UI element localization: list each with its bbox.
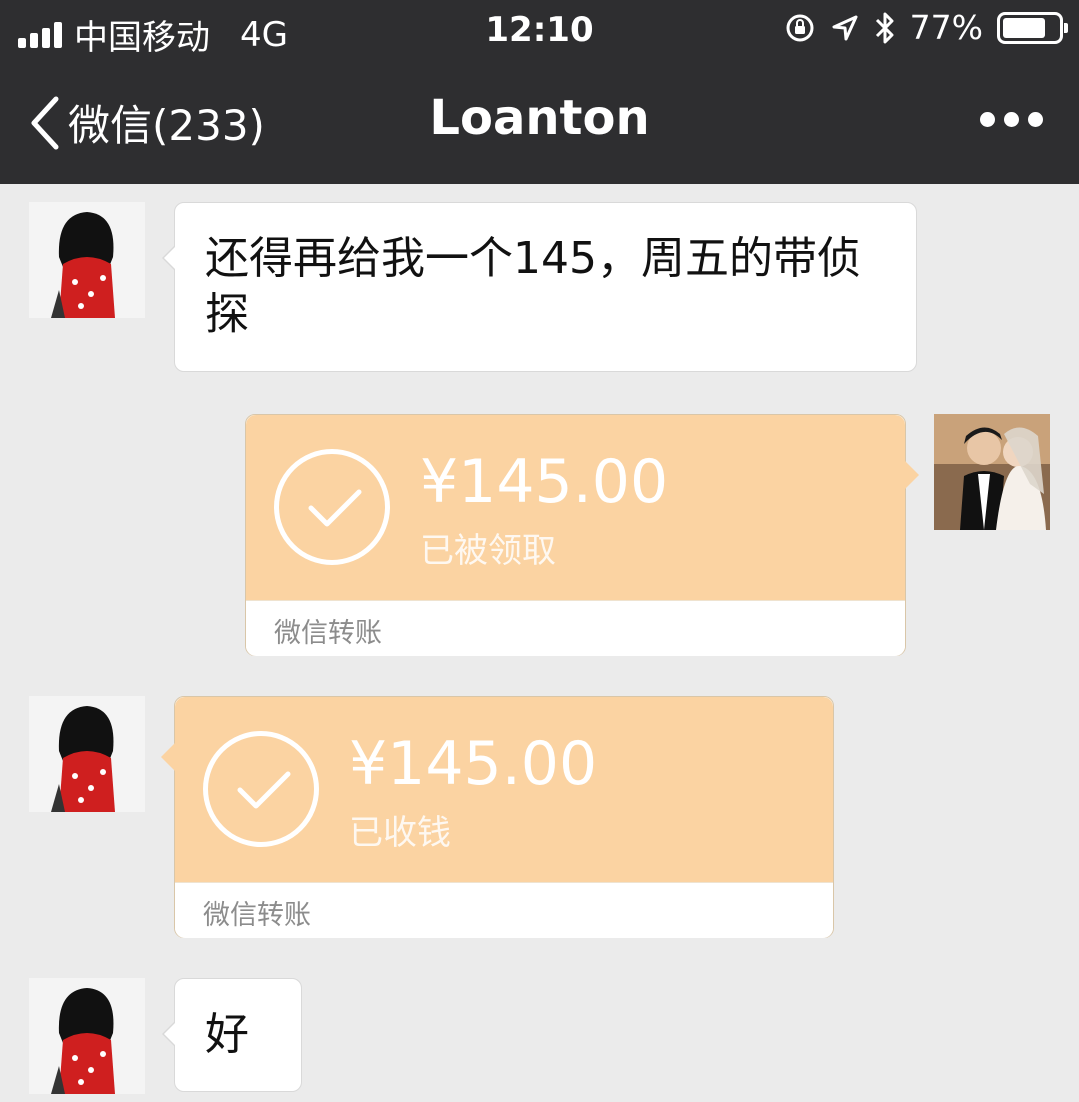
status-bar: 中国移动 4G 12:10 77% <box>0 0 1079 62</box>
bubble-tail <box>905 461 919 489</box>
more-button[interactable] <box>980 112 1043 127</box>
transfer-amount: ¥145.00 <box>349 729 598 799</box>
transfer-amount: ¥145.00 <box>420 447 669 517</box>
nav-bar: 微信(233) Loanton <box>0 62 1079 184</box>
bluetooth-icon <box>874 11 896 45</box>
chevron-left-icon <box>31 96 59 149</box>
transfer-status: 已收钱 <box>349 813 451 853</box>
transfer-card-footer: 微信转账 <box>175 882 833 938</box>
transfer-card-body: ¥145.00 已收钱 <box>175 697 833 882</box>
status-right: 77% <box>784 8 1068 47</box>
back-button[interactable]: 微信(233) <box>28 92 265 153</box>
contact-avatar[interactable] <box>29 202 145 318</box>
transfer-status: 已被领取 <box>420 531 556 571</box>
check-circle-icon <box>203 731 319 847</box>
header: 中国移动 4G 12:10 77% 微信(233) Loanton <box>0 0 1079 184</box>
transfer-label: 微信转账 <box>203 900 311 931</box>
battery-percent: 77% <box>909 8 983 47</box>
battery-fill <box>1003 17 1045 38</box>
message-bubble[interactable]: 还得再给我一个145，周五的带侦探 <box>162 202 917 372</box>
bubble-tail <box>161 743 175 771</box>
transfer-card-received[interactable]: ¥145.00 已收钱 微信转账 <box>161 696 834 938</box>
transfer-label: 微信转账 <box>274 618 382 649</box>
contact-avatar[interactable] <box>29 978 145 1094</box>
battery-icon <box>997 11 1068 44</box>
check-circle-icon <box>274 449 390 565</box>
message-bubble[interactable]: 好 <box>162 978 302 1092</box>
more-dot <box>1004 112 1019 127</box>
message-text: 还得再给我一个145，周五的带侦探 <box>205 233 861 340</box>
transfer-card-footer: 微信转账 <box>246 600 905 656</box>
signal-icon <box>18 21 62 48</box>
message-text: 好 <box>205 1009 249 1060</box>
contact-avatar[interactable] <box>29 696 145 812</box>
network-type: 4G <box>240 14 288 55</box>
more-dot <box>1028 112 1043 127</box>
more-dot <box>980 112 995 127</box>
transfer-card-sent[interactable]: ¥145.00 已被领取 微信转账 <box>245 414 919 656</box>
location-icon <box>830 13 860 43</box>
carrier-name: 中国移动 <box>74 18 210 58</box>
status-left: 中国移动 4G <box>18 10 288 59</box>
rotation-lock-icon <box>784 12 816 44</box>
back-label: 微信(233) <box>68 101 265 150</box>
transfer-card-body: ¥145.00 已被领取 <box>246 415 905 600</box>
my-avatar[interactable] <box>934 414 1050 530</box>
